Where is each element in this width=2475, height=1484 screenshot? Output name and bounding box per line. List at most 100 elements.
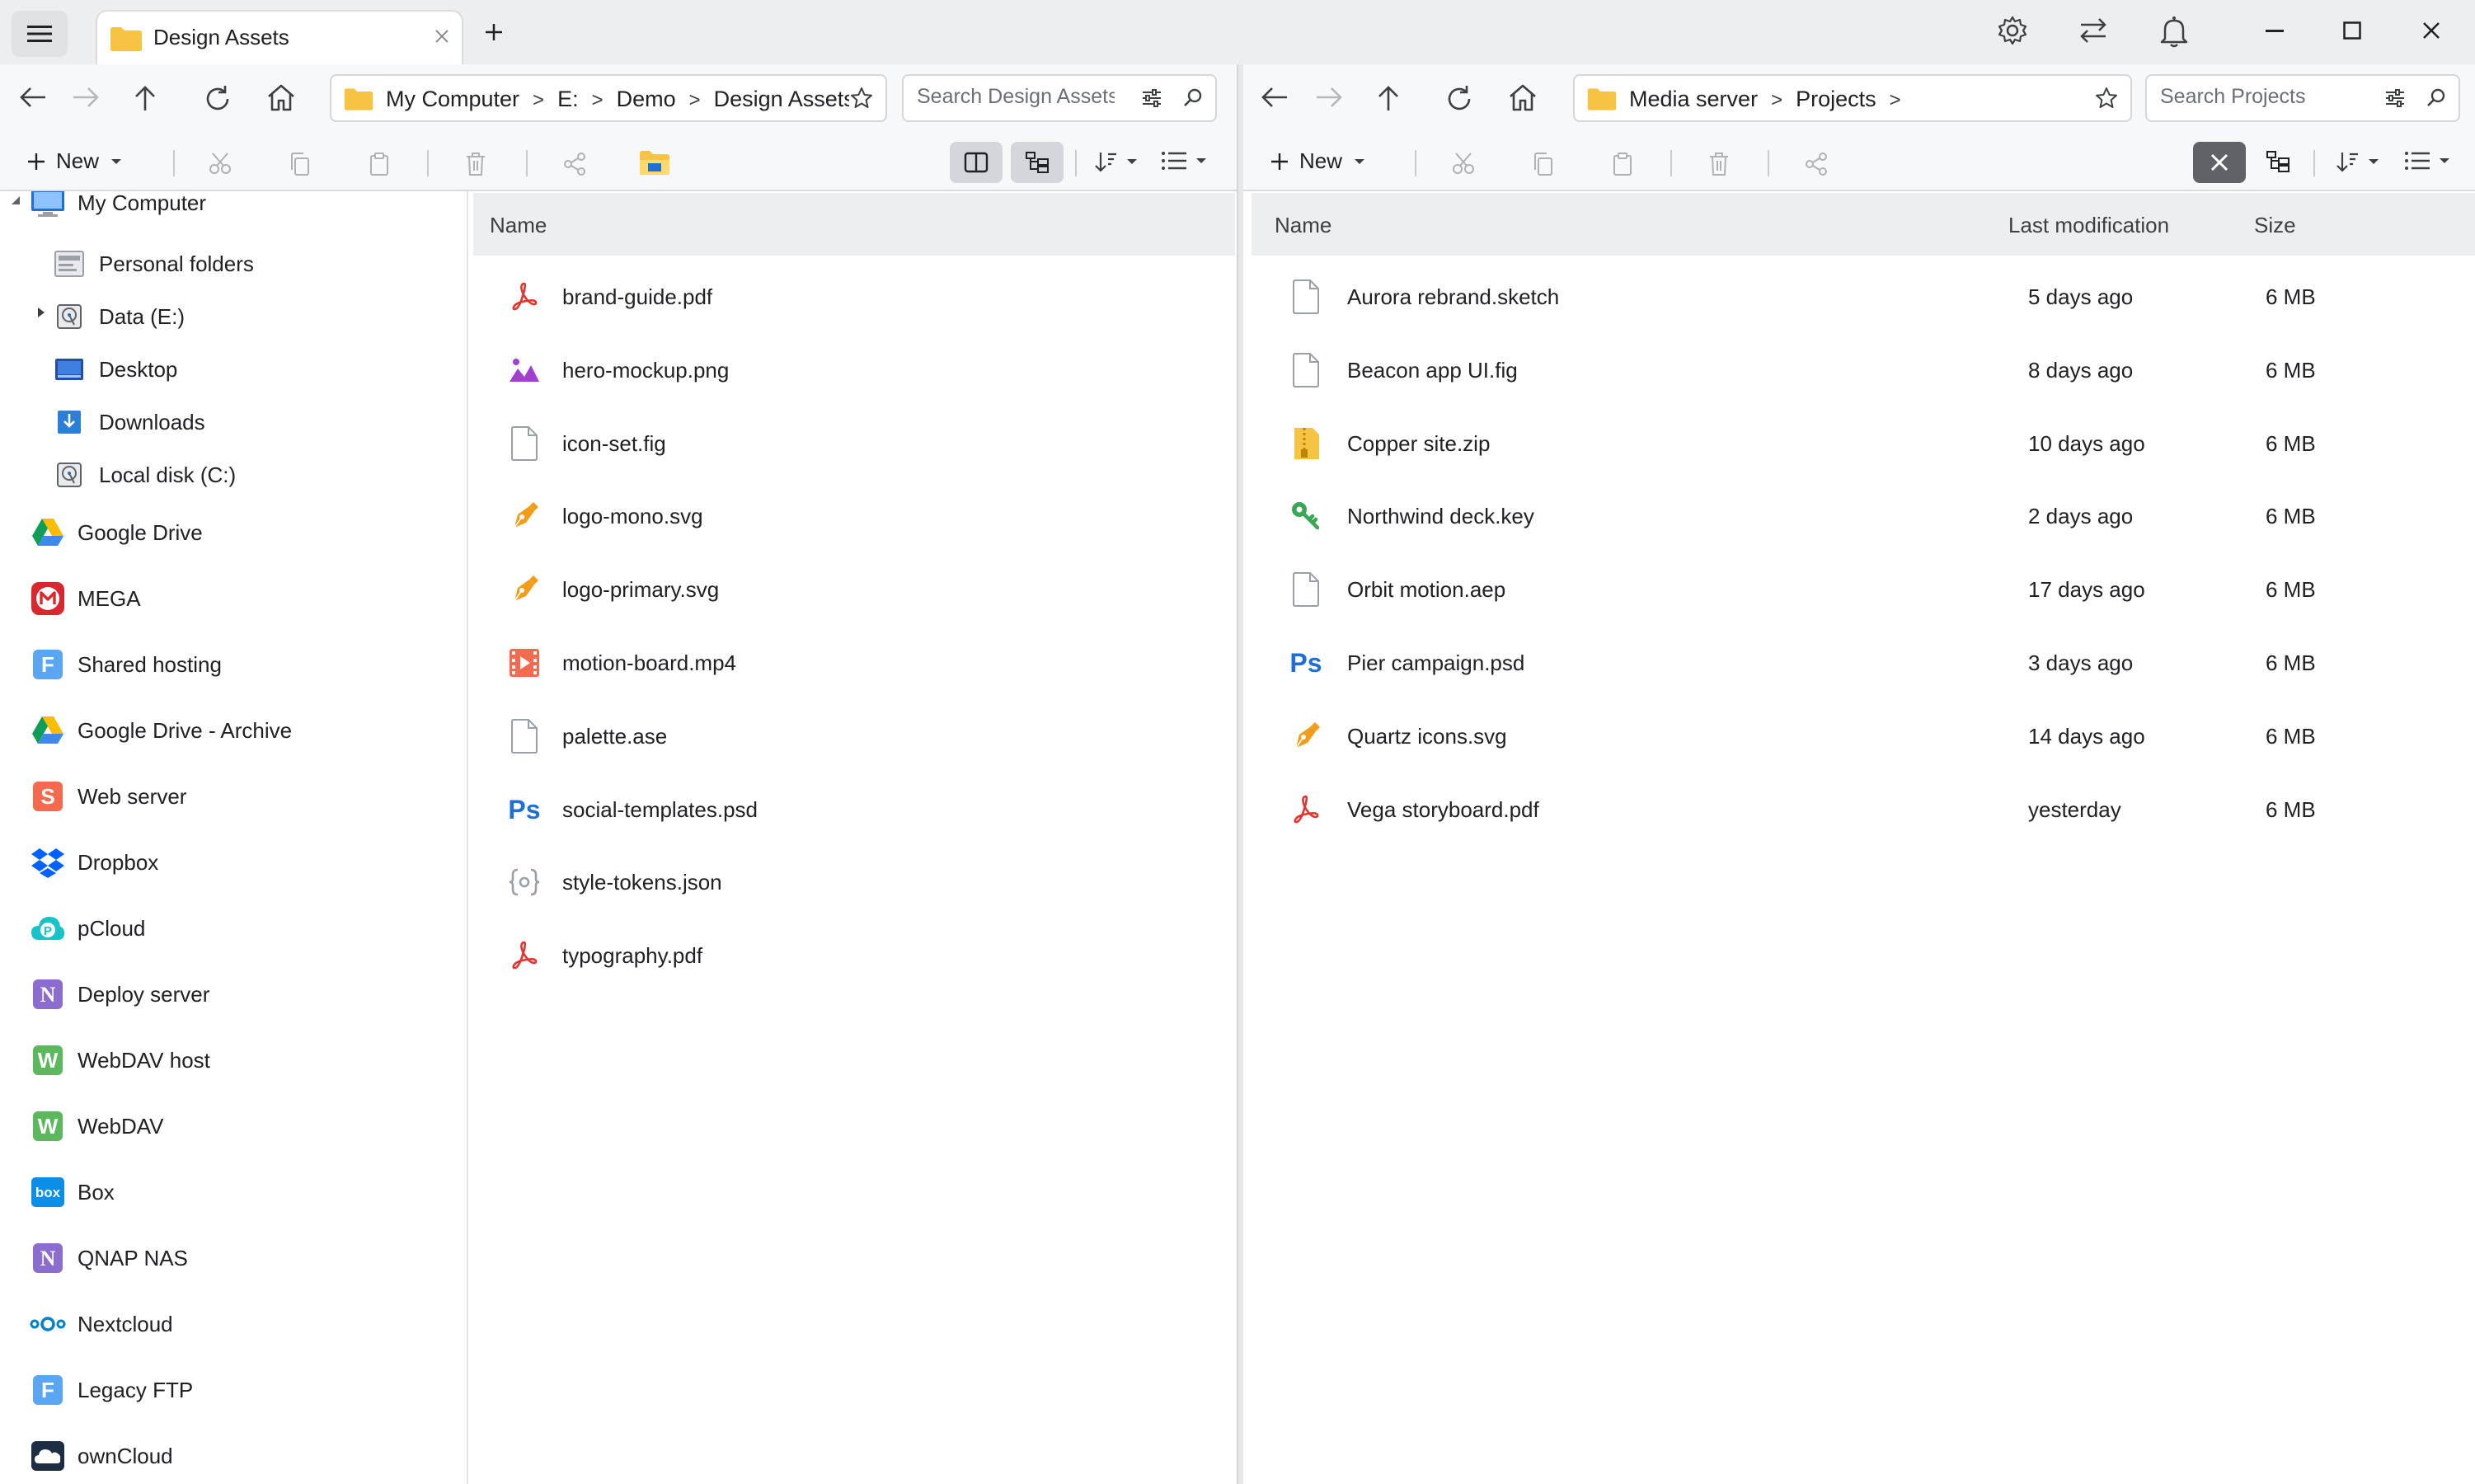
file-row[interactable]: motion-board.mp4 (495, 636, 1220, 686)
settings-icon[interactable] (1997, 15, 2028, 46)
star-icon[interactable] (849, 86, 874, 110)
delete-icon[interactable] (465, 152, 486, 176)
file-row[interactable]: Ps Pier campaign.psd 3 days ago 6 MB (1260, 636, 2455, 686)
file-row[interactable]: logo-primary.svg (495, 563, 1220, 613)
sidebar-item-data-e[interactable]: Data (E:) (51, 300, 185, 333)
back-icon[interactable] (1260, 84, 1289, 110)
refresh-icon[interactable] (203, 84, 232, 114)
collapse-arrow-icon[interactable] (10, 195, 21, 206)
new-button[interactable]: New (26, 148, 122, 174)
sidebar-item-desktop[interactable]: Desktop (51, 353, 177, 386)
file-row[interactable]: palette.ase (495, 710, 1220, 759)
cut-icon[interactable] (208, 152, 232, 175)
search-input[interactable] (915, 84, 1116, 110)
sidebar-item-shared-hosting[interactable]: F Shared hosting (30, 648, 222, 681)
sidebar-item-local-disk-c[interactable]: Local disk (C:) (51, 458, 236, 491)
sidebar-item-google-drive[interactable]: Google Drive (30, 516, 203, 549)
bell-icon[interactable] (2158, 15, 2190, 48)
tree-view-icon[interactable] (2266, 150, 2290, 173)
breadcrumb-item[interactable]: Demo (617, 87, 676, 112)
breadcrumb-item[interactable]: Design Assets (714, 87, 855, 112)
column-header-last-modification[interactable]: Last modification (2008, 213, 2169, 238)
file-row[interactable]: Ps social-templates.psd (495, 783, 1220, 833)
search-box[interactable] (2145, 74, 2460, 122)
sidebar-item-deploy-server[interactable]: N Deploy server (30, 978, 209, 1011)
maximize-icon[interactable] (2343, 21, 2361, 40)
cut-icon[interactable] (1451, 152, 1476, 175)
file-row[interactable]: Quartz icons.svg 14 days ago 6 MB (1260, 710, 2455, 759)
sidebar-item-personal-folders[interactable]: Personal folders (51, 247, 254, 280)
close-icon[interactable] (2422, 21, 2440, 40)
file-row[interactable]: logo-mono.svg (495, 490, 1220, 539)
file-row[interactable]: Aurora rebrand.sketch 5 days ago 6 MB (1260, 270, 2455, 320)
sort-button[interactable] (2335, 150, 2379, 173)
file-row[interactable]: Northwind deck.key 2 days ago 6 MB (1260, 490, 2455, 539)
file-row[interactable]: Vega storyboard.pdf yesterday 6 MB (1260, 783, 2455, 833)
paste-icon[interactable] (1611, 152, 1634, 176)
file-row[interactable]: Beacon app UI.fig 8 days ago 6 MB (1260, 344, 2455, 393)
breadcrumb[interactable]: Media server > Projects > (1573, 74, 2132, 122)
file-row[interactable]: Orbit motion.aep 17 days ago 6 MB (1260, 563, 2455, 613)
sort-button[interactable] (1093, 150, 1138, 173)
sidebar-item-webdav[interactable]: W WebDAV (30, 1110, 164, 1143)
minimize-icon[interactable] (2266, 30, 2284, 33)
pane-divider[interactable] (1237, 64, 1243, 1484)
search-input[interactable] (2158, 84, 2360, 110)
file-explorer-icon[interactable] (638, 148, 671, 176)
file-row[interactable]: brand-guide.pdf (495, 270, 1220, 320)
expand-arrow-icon[interactable] (36, 307, 46, 318)
share-icon[interactable] (562, 152, 587, 176)
new-button[interactable]: New (1270, 148, 1365, 174)
file-row[interactable]: Copper site.zip 10 days ago 6 MB (1260, 417, 2455, 467)
close-pane-button[interactable] (2193, 142, 2246, 183)
sidebar-item-box[interactable]: box Box (30, 1176, 115, 1209)
breadcrumb[interactable]: My Computer > E: > Demo > Design Assets (330, 74, 887, 122)
new-tab-icon[interactable] (483, 21, 505, 43)
search-icon[interactable] (2426, 87, 2447, 109)
menu-button[interactable] (12, 11, 68, 57)
tab-close-icon[interactable] (432, 26, 452, 46)
tree-view-toggle[interactable] (1011, 142, 1064, 183)
sync-icon[interactable] (2078, 15, 2109, 46)
search-icon[interactable] (1182, 87, 1204, 109)
paste-icon[interactable] (368, 152, 391, 176)
home-icon[interactable] (265, 82, 297, 112)
file-row[interactable]: style-tokens.json (495, 856, 1220, 905)
breadcrumb-item[interactable]: E: (557, 87, 579, 112)
column-header-name[interactable]: Name (1275, 213, 1331, 238)
sidebar-item-qnap-nas[interactable]: N QNAP NAS (30, 1242, 188, 1275)
file-row[interactable]: icon-set.fig (495, 417, 1220, 467)
sidebar-item-owncloud[interactable]: ownCloud (30, 1439, 173, 1472)
breadcrumb-item[interactable]: Media server (1629, 87, 1758, 112)
sidebar-item-webdav-host[interactable]: W WebDAV host (30, 1044, 210, 1077)
share-icon[interactable] (1804, 152, 1829, 176)
star-icon[interactable] (2094, 86, 2119, 110)
view-mode-button[interactable] (1161, 150, 1207, 171)
filter-icon[interactable] (1141, 88, 1162, 108)
view-mode-button[interactable] (2404, 150, 2450, 171)
breadcrumb-item[interactable]: My Computer (386, 87, 519, 112)
dual-pane-toggle[interactable] (950, 142, 1003, 183)
up-icon[interactable] (1375, 84, 1402, 112)
sidebar-item-dropbox[interactable]: Dropbox (30, 846, 158, 879)
column-header-name[interactable]: Name (490, 213, 547, 238)
copy-icon[interactable] (1532, 152, 1555, 176)
home-icon[interactable] (1507, 82, 1538, 112)
delete-icon[interactable] (1708, 152, 1730, 176)
tab-design-assets[interactable]: Design Assets (96, 10, 463, 64)
sidebar-item-mega[interactable]: MEGA (30, 582, 141, 615)
sidebar-item-nextcloud[interactable]: Nextcloud (30, 1308, 173, 1341)
sidebar-item-web-server[interactable]: S Web server (30, 780, 186, 813)
file-row[interactable]: hero-mockup.png (495, 344, 1220, 393)
search-box[interactable] (902, 74, 1217, 122)
column-header-size[interactable]: Size (2254, 213, 2296, 238)
refresh-icon[interactable] (1444, 84, 1474, 114)
sidebar-item-my-computer[interactable]: My Computer (30, 191, 206, 219)
copy-icon[interactable] (289, 152, 312, 176)
sidebar-item-legacy-ftp[interactable]: F Legacy FTP (30, 1374, 193, 1407)
sidebar-item-downloads[interactable]: Downloads (51, 406, 205, 439)
forward-icon[interactable] (1314, 84, 1344, 110)
back-icon[interactable] (18, 84, 48, 110)
sidebar-item-pcloud[interactable]: P pCloud (30, 912, 145, 945)
forward-icon[interactable] (71, 84, 101, 110)
